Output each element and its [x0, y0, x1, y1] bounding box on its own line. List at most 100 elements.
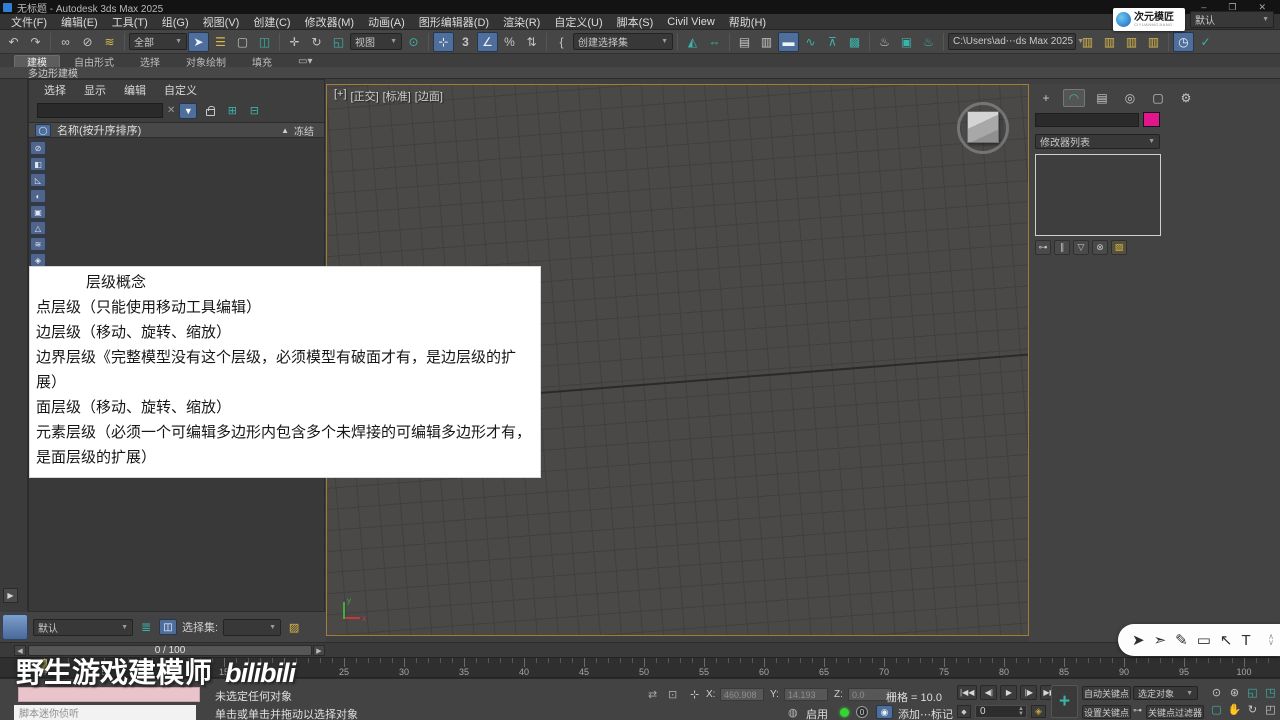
- material-editor-icon[interactable]: ▩: [844, 32, 865, 52]
- default-tangent-icon[interactable]: ◈: [1031, 705, 1046, 718]
- unlink-selection-icon[interactable]: ⊘: [77, 32, 98, 52]
- pin-stack-icon[interactable]: ⊶: [1035, 240, 1051, 255]
- select-by-name-icon[interactable]: ☰: [210, 32, 231, 52]
- display-influences-icon[interactable]: ⊘: [30, 141, 46, 155]
- y-coord-field[interactable]: 14.193: [784, 688, 828, 701]
- toggle-layer-explorer-icon[interactable]: ▥: [756, 32, 777, 52]
- named-selection-sets-icon[interactable]: {: [551, 32, 572, 52]
- menu-item-5[interactable]: 创建(C): [246, 14, 297, 30]
- percent-snap-icon[interactable]: %: [499, 32, 520, 52]
- pen-icon[interactable]: ✎: [1175, 631, 1188, 649]
- display-lights-icon[interactable]: ◐: [30, 189, 46, 203]
- menu-item-4[interactable]: 视图(V): [196, 14, 247, 30]
- menu-item-10[interactable]: 自定义(U): [547, 14, 609, 30]
- key-filters-button[interactable]: 关键点过滤器: [1146, 705, 1204, 719]
- selection-filter-dropdown[interactable]: 全部 ▼: [129, 33, 187, 50]
- object-color-swatch[interactable]: [1143, 112, 1160, 127]
- orbit-icon[interactable]: ↻: [1244, 701, 1261, 717]
- maximize-viewport-icon[interactable]: ◰: [1262, 701, 1279, 717]
- add-marker-label[interactable]: 添加⋯标记: [898, 706, 953, 720]
- zoom-region-icon[interactable]: ▢: [1208, 701, 1225, 717]
- ribbon-tab-填充[interactable]: 填充: [240, 55, 284, 69]
- show-end-result-icon[interactable]: ∥: [1054, 240, 1070, 255]
- menu-item-8[interactable]: 图形编辑器(D): [412, 14, 496, 30]
- swap-icon[interactable]: ⇄: [648, 688, 657, 701]
- view-cube-cube[interactable]: [967, 111, 999, 143]
- key-mode-toggle[interactable]: ◆: [957, 705, 971, 718]
- project-new-icon[interactable]: ▥: [1077, 32, 1098, 52]
- track-bar[interactable]: 0 5 10 15 20 25 30 35 40 45 50 55 60 65 70 75 80 85 90 95 10…: [0, 657, 1280, 678]
- configure-modifier-sets-icon[interactable]: ▨: [1111, 240, 1127, 255]
- key-filter-key-icon[interactable]: ⊶: [1133, 705, 1142, 716]
- rendered-frame-window-icon[interactable]: ▣: [896, 32, 917, 52]
- edit-selection-set-icon[interactable]: ▨: [286, 621, 302, 634]
- default-workspace-dropdown[interactable]: 默认 ▼: [33, 618, 133, 636]
- workspace-button[interactable]: [2, 614, 28, 640]
- flyout-arrow-button[interactable]: ▶: [3, 588, 18, 603]
- project-open-icon[interactable]: ▥: [1099, 32, 1120, 52]
- project-folder-dropdown[interactable]: C:\Users\ad⋯ds Max 2025 ▼: [948, 33, 1084, 50]
- ribbon-overflow-icon[interactable]: ▭▾: [286, 55, 324, 67]
- display-shapes-icon[interactable]: ◺: [30, 173, 46, 187]
- create-tab-icon[interactable]: +: [1035, 89, 1057, 107]
- snap-toggle-icon[interactable]: 3: [455, 32, 476, 52]
- menu-item-12[interactable]: Civil View: [660, 16, 721, 28]
- display-cameras-icon[interactable]: ▣: [30, 205, 46, 219]
- slider-next-icon[interactable]: ▶: [313, 645, 325, 656]
- selected-filter-dropdown[interactable]: 选定对象 ▼: [1133, 686, 1198, 700]
- workspace-dropdown[interactable]: 默认 ▼: [1190, 11, 1274, 28]
- current-frame-spinner[interactable]: 0 ▲ ▼: [975, 705, 1027, 718]
- use-pivot-point-icon[interactable]: ⊙: [403, 32, 424, 52]
- viewport-label-part-0[interactable]: [+]: [334, 88, 347, 104]
- rectangular-selection-region-icon[interactable]: ▢: [232, 32, 253, 52]
- make-unique-icon[interactable]: ▽: [1073, 240, 1089, 255]
- add-scene-explorer-icon[interactable]: ⊞: [223, 103, 241, 119]
- set-key-button[interactable]: 设置关键点: [1082, 705, 1131, 719]
- menu-item-1[interactable]: 编辑(E): [54, 14, 105, 30]
- spinner-snap-icon[interactable]: ⇅: [521, 32, 542, 52]
- modify-tab-icon[interactable]: ◠: [1063, 89, 1085, 107]
- auto-key-button[interactable]: 自动关键点: [1082, 686, 1131, 700]
- project-save-icon[interactable]: ▥: [1121, 32, 1142, 52]
- time-slider[interactable]: 0 / 100: [28, 645, 312, 656]
- modifier-list-dropdown[interactable]: 修改器列表 ▼: [1035, 134, 1160, 149]
- schematic-view-icon[interactable]: ⊼: [822, 32, 843, 52]
- remove-modifier-icon[interactable]: ⊗: [1092, 240, 1108, 255]
- arrow-tool-icon[interactable]: ↖: [1220, 631, 1233, 649]
- menu-item-9[interactable]: 渲染(R): [496, 14, 547, 30]
- select-and-move-icon[interactable]: ✛: [284, 32, 305, 52]
- pan-icon[interactable]: ✋: [1226, 701, 1243, 717]
- pointer-icon[interactable]: ➤: [1132, 631, 1145, 649]
- lock-icon[interactable]: [201, 103, 219, 119]
- zoom-extents-icon[interactable]: ◱: [1244, 684, 1261, 700]
- selection-set-dropdown[interactable]: ▼: [223, 618, 282, 636]
- menu-item-3[interactable]: 组(G): [155, 14, 196, 30]
- menu-item-2[interactable]: 工具(T): [105, 14, 155, 30]
- bind-to-space-warp-icon[interactable]: ≋: [99, 32, 120, 52]
- menu-item-11[interactable]: 脚本(S): [610, 14, 661, 30]
- explorer-menu-2[interactable]: 编辑: [117, 82, 153, 98]
- explorer-menu-0[interactable]: 选择: [37, 82, 73, 98]
- play-button[interactable]: ▶: [1000, 685, 1018, 700]
- search-input[interactable]: [37, 103, 163, 118]
- maxscript-listener-label[interactable]: 脚本迷你侦听: [14, 705, 196, 720]
- display-tab-icon[interactable]: ▢: [1147, 89, 1169, 107]
- name-column-header[interactable]: 名称(按升序排序): [57, 122, 141, 138]
- named-selection-dropdown[interactable]: 创建选择集 ▼: [573, 33, 673, 50]
- utilities-tab-icon[interactable]: ⚙: [1175, 89, 1197, 107]
- viewport-label-part-3[interactable]: [边面]: [415, 88, 443, 104]
- spinner-arrows-icon[interactable]: ▲ ▼: [1018, 706, 1026, 717]
- previous-frame-button[interactable]: ◀|: [980, 685, 998, 700]
- end-isolate-icon[interactable]: ✓: [1195, 32, 1216, 52]
- next-frame-button[interactable]: |▶: [1020, 685, 1038, 700]
- select-object-icon[interactable]: ➤: [188, 31, 209, 52]
- menu-item-7[interactable]: 动画(A): [361, 14, 412, 30]
- mirror-icon[interactable]: ◭: [682, 32, 703, 52]
- menu-item-13[interactable]: 帮助(H): [722, 14, 773, 30]
- render-production-icon[interactable]: ♨: [918, 32, 939, 52]
- window-crossing-icon[interactable]: ◫: [254, 32, 275, 52]
- select-and-manipulate-icon[interactable]: ⊹: [433, 31, 454, 52]
- rectangle-tool-icon[interactable]: ▭: [1197, 631, 1211, 649]
- zoom-all-icon[interactable]: ⊛: [1226, 684, 1243, 700]
- select-and-scale-icon[interactable]: ◱: [328, 32, 349, 52]
